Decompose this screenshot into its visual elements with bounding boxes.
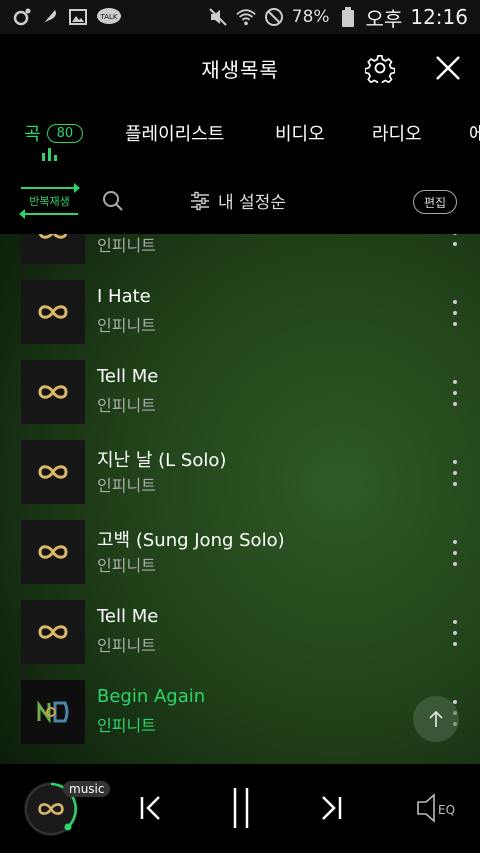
list-item[interactable]: Tell Me 인피니트 <box>0 360 480 440</box>
status-bar: TALK 78% 오후 12:16 <box>0 0 480 34</box>
song-title: Begin Again <box>97 686 206 707</box>
more-options-icon[interactable] <box>446 618 464 648</box>
previous-icon <box>140 796 160 820</box>
song-list[interactable]: 인피니트 I Hate 인피니트 Tell Me 인피니트 지난 날 (L So… <box>0 234 480 764</box>
settings-button[interactable] <box>360 48 400 88</box>
album-art <box>21 520 85 584</box>
notification-icon <box>12 7 32 27</box>
song-artist: 인피니트 <box>97 716 156 735</box>
song-title: 지난 날 (L Solo) <box>97 450 227 471</box>
song-title: Tell Me <box>97 366 159 387</box>
album-art <box>21 280 85 344</box>
tab-playlist[interactable]: 플레이리스트 <box>125 120 224 146</box>
search-button[interactable] <box>100 188 126 214</box>
more-options-icon[interactable] <box>446 458 464 488</box>
infinite-logo-icon <box>38 234 68 239</box>
feather-icon <box>40 7 60 27</box>
begin-again-logo-icon <box>37 700 69 724</box>
wifi-icon <box>236 7 256 27</box>
sliders-icon <box>191 191 209 210</box>
music-badge: music <box>63 781 111 797</box>
repeat-button[interactable]: 반복재생 <box>19 183 80 219</box>
list-item[interactable]: 고백 (Sung Jong Solo) 인피니트 <box>0 520 480 600</box>
do-not-disturb-icon <box>264 7 284 27</box>
edit-label: 편집 <box>423 195 447 210</box>
header: 재생목록 <box>0 34 480 102</box>
more-options-icon[interactable] <box>446 234 464 248</box>
previous-button[interactable] <box>130 786 174 830</box>
tab-songs-label: 곡 <box>24 124 41 145</box>
tab-songs[interactable]: 곡 80 <box>24 120 84 146</box>
close-button[interactable] <box>428 48 468 88</box>
list-toolbar: 반복재생 내 설정순 편집 <box>0 168 480 234</box>
next-button[interactable] <box>308 786 352 830</box>
infinite-logo-icon <box>38 465 68 479</box>
talk-label: TALK <box>99 13 117 21</box>
list-item[interactable]: I Hate 인피니트 <box>0 280 480 360</box>
now-playing-indicator-icon <box>42 148 57 161</box>
eq-icon: EQ <box>417 793 455 823</box>
battery-percent: 78% <box>291 7 330 27</box>
battery-icon <box>338 7 358 27</box>
gallery-icon <box>68 7 88 27</box>
song-count-badge: 80 <box>46 123 84 143</box>
list-item-now-playing[interactable]: Begin Again 인피니트 <box>0 680 480 760</box>
eq-button[interactable]: EQ <box>414 786 460 830</box>
repeat-label: 반복재생 <box>29 195 70 208</box>
mini-player: music EQ <box>0 764 480 853</box>
pause-icon <box>233 788 249 828</box>
more-options-icon[interactable] <box>446 298 464 328</box>
more-options-icon[interactable] <box>446 378 464 408</box>
close-icon <box>436 56 460 80</box>
sort-label: 내 설정순 <box>218 193 286 213</box>
next-icon <box>322 796 342 820</box>
list-item[interactable]: 지난 날 (L Solo) 인피니트 <box>0 440 480 520</box>
eq-label: EQ <box>438 803 455 817</box>
status-ampm: 오후 <box>365 6 403 31</box>
song-artist: 인피니트 <box>97 636 156 655</box>
list-item[interactable]: Tell Me 인피니트 <box>0 600 480 680</box>
status-time: 12:16 <box>410 5 468 29</box>
arrow-up-icon <box>429 710 443 727</box>
song-artist: 인피니트 <box>97 556 156 575</box>
song-artist: 인피니트 <box>97 476 156 495</box>
infinite-logo-icon <box>38 545 68 559</box>
mute-icon <box>208 7 228 27</box>
more-options-icon[interactable] <box>446 538 464 568</box>
infinite-logo-icon <box>38 305 68 319</box>
tab-more[interactable]: 에 <box>469 120 480 146</box>
edit-button[interactable]: 편집 <box>413 190 457 214</box>
tab-video[interactable]: 비디오 <box>275 120 325 146</box>
album-art <box>21 680 85 744</box>
song-title: I Hate <box>97 286 151 307</box>
search-icon <box>103 191 123 211</box>
gear-icon <box>365 54 395 83</box>
album-art <box>21 440 85 504</box>
sort-button[interactable]: 내 설정순 <box>190 188 286 213</box>
kakaotalk-icon: TALK <box>96 7 122 27</box>
album-art <box>21 360 85 424</box>
list-item[interactable]: 인피니트 <box>0 234 480 280</box>
page-title: 재생목록 <box>201 57 279 82</box>
song-artist: 인피니트 <box>97 316 156 335</box>
song-artist: 인피니트 <box>97 236 156 255</box>
tab-bar: 곡 80 플레이리스트 비디오 라디오 에 <box>0 102 480 168</box>
song-title: 고백 (Sung Jong Solo) <box>97 530 285 551</box>
song-title: Tell Me <box>97 606 159 627</box>
scroll-to-top-button[interactable] <box>413 696 459 742</box>
infinite-logo-icon <box>38 625 68 639</box>
pause-button[interactable] <box>219 786 263 830</box>
album-art <box>21 600 85 664</box>
album-art <box>21 234 85 264</box>
song-artist: 인피니트 <box>97 396 156 415</box>
tab-radio[interactable]: 라디오 <box>372 120 422 146</box>
infinite-logo-icon <box>38 385 68 399</box>
